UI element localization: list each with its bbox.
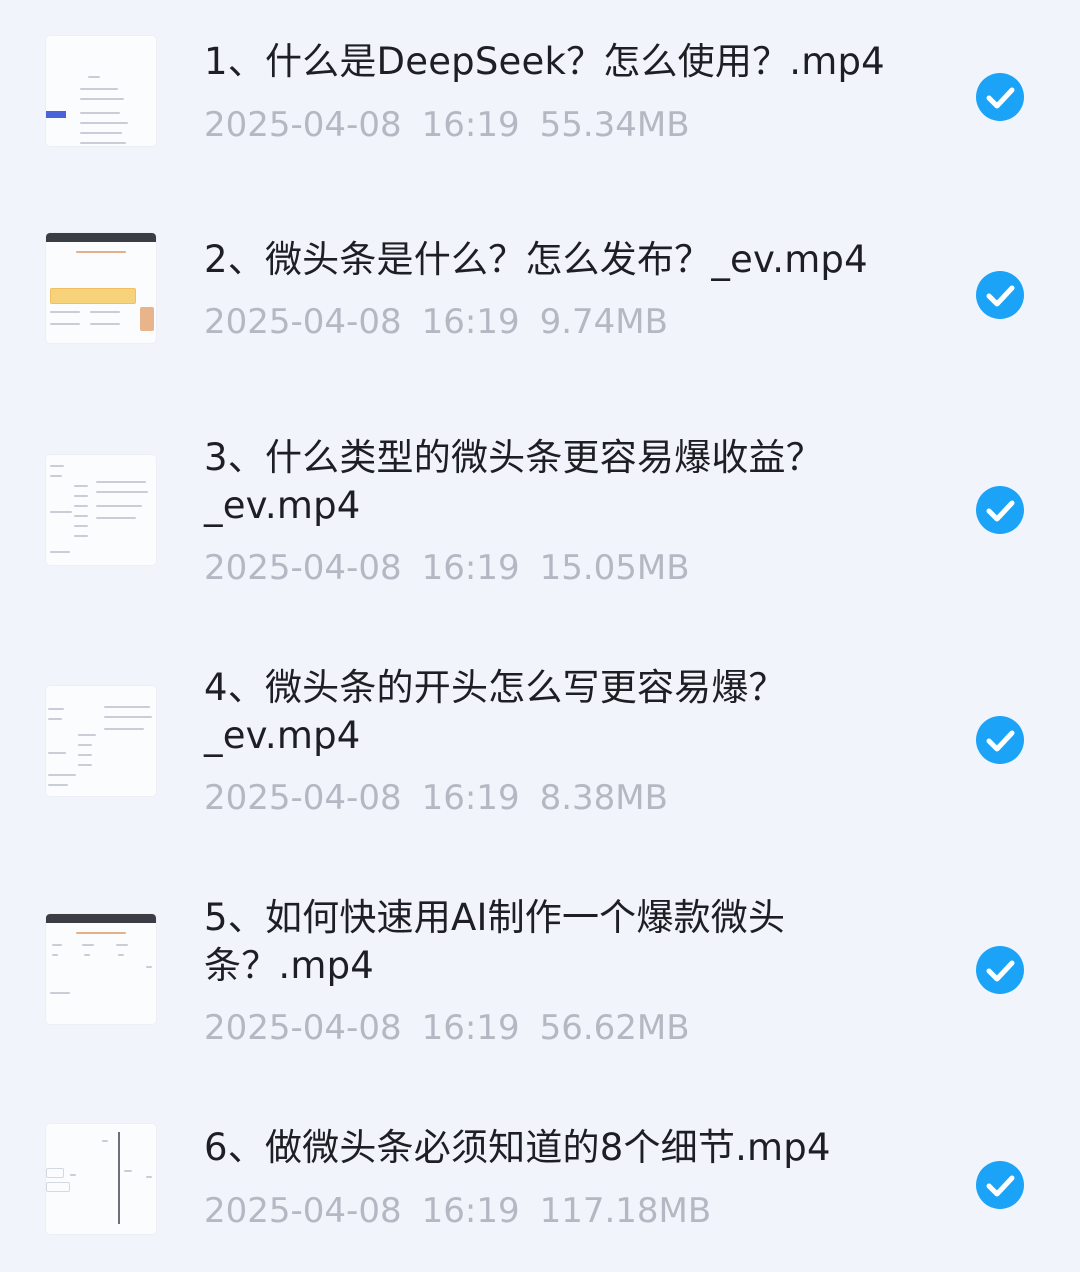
file-meta: 2025-04-08 16:19 15.05MB — [204, 548, 710, 588]
video-thumbnail — [46, 233, 156, 343]
file-size: 9.74MB — [539, 302, 668, 342]
video-thumbnail — [46, 36, 156, 146]
file-name: 4、微头条的开头怎么写更容易爆？_ev.mp4 — [204, 666, 786, 757]
checkmark-circle-icon[interactable] — [976, 486, 1024, 534]
file-date: 2025-04-08 — [204, 105, 402, 145]
file-meta: 2025-04-08 16:19 55.34MB — [204, 105, 710, 145]
checkmark-circle-icon[interactable] — [976, 1161, 1024, 1209]
file-meta: 2025-04-08 16:19 56.62MB — [204, 1008, 710, 1048]
checkmark-circle-icon[interactable] — [976, 271, 1024, 319]
file-date: 2025-04-08 — [204, 1191, 402, 1231]
file-date: 2025-04-08 — [204, 302, 402, 342]
file-size: 56.62MB — [539, 1008, 690, 1048]
file-time: 16:19 — [421, 778, 520, 818]
file-time: 16:19 — [421, 1008, 520, 1048]
file-name: 5、如何快速用AI制作一个爆款微头条？.mp4 — [204, 896, 786, 987]
file-name: 3、什么类型的微头条更容易爆收益？_ev.mp4 — [204, 436, 823, 527]
file-date: 2025-04-08 — [204, 548, 402, 588]
file-date: 2025-04-08 — [204, 1008, 402, 1048]
file-time: 16:19 — [421, 105, 520, 145]
video-thumbnail — [46, 914, 156, 1024]
file-time: 16:19 — [421, 548, 520, 588]
file-time: 16:19 — [421, 1191, 520, 1231]
file-name: 2、微头条是什么？怎么发布？_ev.mp4 — [204, 238, 868, 281]
file-name: 1、什么是DeepSeek？怎么使用？.mp4 — [204, 40, 885, 83]
checkmark-circle-icon[interactable] — [976, 716, 1024, 764]
file-meta: 2025-04-08 16:19 8.38MB — [204, 778, 688, 818]
checkmark-circle-icon[interactable] — [976, 73, 1024, 121]
video-thumbnail — [46, 1124, 156, 1234]
file-date: 2025-04-08 — [204, 778, 402, 818]
file-name: 6、做微头条必须知道的8个细节.mp4 — [204, 1126, 831, 1169]
video-thumbnail — [46, 455, 156, 565]
checkmark-circle-icon[interactable] — [976, 946, 1024, 994]
file-meta: 2025-04-08 16:19 117.18MB — [204, 1191, 731, 1231]
file-size: 8.38MB — [539, 778, 668, 818]
file-meta: 2025-04-08 16:19 9.74MB — [204, 302, 688, 342]
file-time: 16:19 — [421, 302, 520, 342]
video-thumbnail — [46, 686, 156, 796]
file-size: 117.18MB — [539, 1191, 712, 1231]
file-size: 55.34MB — [539, 105, 690, 145]
file-list: 1、什么是DeepSeek？怎么使用？.mp4 2025-04-08 16:19 5… — [0, 0, 1080, 1272]
file-size: 15.05MB — [539, 548, 690, 588]
